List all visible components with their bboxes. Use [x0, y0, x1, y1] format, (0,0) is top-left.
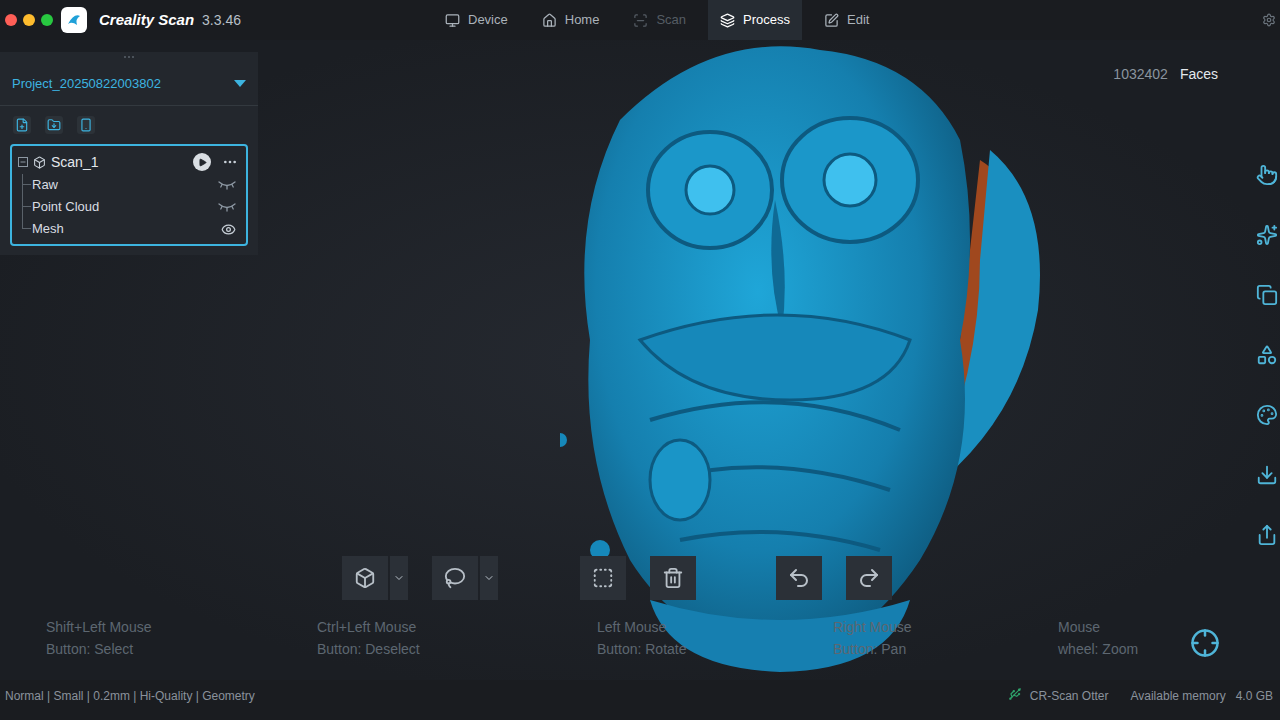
scan-card[interactable]: Scan_1RawPoint CloudMesh	[10, 144, 248, 246]
nav-tab-icon	[720, 13, 735, 28]
tree-item[interactable]: Raw	[12, 174, 246, 196]
play-icon	[198, 158, 207, 167]
lasso-button[interactable]	[432, 556, 498, 600]
trash-icon	[662, 567, 684, 589]
merge-icon[interactable]	[1256, 284, 1278, 306]
nav-tab-icon	[633, 13, 648, 28]
window-controls	[5, 14, 53, 26]
play-button[interactable]	[193, 153, 211, 171]
tree-line	[22, 218, 30, 229]
undo-icon	[787, 566, 811, 590]
cube-view-icon	[354, 567, 376, 589]
delete-button[interactable]	[650, 556, 696, 600]
hint: Right MouseButton: Pan	[833, 616, 1058, 660]
project-dropdown[interactable]: Project_20250822003802	[0, 62, 258, 106]
more-icon[interactable]	[222, 154, 238, 170]
app-logo-icon	[61, 7, 87, 33]
select-all-button[interactable]	[580, 556, 626, 600]
eye-icon[interactable]	[221, 222, 236, 237]
mesh-icon[interactable]	[1256, 344, 1278, 366]
collapse-icon[interactable]	[18, 157, 28, 167]
device-name: CR-Scan Otter	[1030, 687, 1109, 705]
project-actions	[0, 106, 258, 144]
maximize-button[interactable]	[41, 14, 53, 26]
chevron-down-icon	[483, 572, 495, 584]
nav-tab[interactable]: Scan	[621, 0, 698, 40]
scan-settings: Normal | Small | 0.2mm | Hi-Quality | Ge…	[5, 687, 255, 705]
nav-tab[interactable]: Home	[530, 0, 612, 40]
edit-toolbar	[342, 556, 892, 600]
dropdown-arrow-icon	[234, 80, 246, 88]
app-name: Creality Scan	[99, 9, 194, 32]
hint: Ctrl+Left MouseButton: Deselect	[317, 616, 597, 660]
redo-button[interactable]	[846, 556, 892, 600]
device-icon[interactable]	[77, 116, 95, 134]
texture-icon[interactable]	[1256, 404, 1278, 426]
right-toolbar	[1256, 164, 1278, 546]
redo-icon	[857, 566, 881, 590]
nav-tab[interactable]: Edit	[812, 0, 881, 40]
nav-tab-icon	[824, 13, 839, 28]
nav-tab[interactable]: Device	[433, 0, 520, 40]
eye-closed-icon[interactable]	[218, 179, 236, 191]
nav-tab-icon	[542, 13, 557, 28]
view-button[interactable]	[342, 556, 408, 600]
close-button[interactable]	[5, 14, 17, 26]
reset-view-icon[interactable]	[1190, 628, 1220, 658]
undo-button[interactable]	[776, 556, 822, 600]
tree-item[interactable]: Point Cloud	[12, 196, 246, 218]
eye-closed-icon[interactable]	[218, 201, 236, 213]
gear-icon[interactable]	[1262, 13, 1276, 27]
nav-tab-icon	[445, 13, 460, 28]
smooth-icon[interactable]	[1256, 224, 1278, 246]
memory-label: Available memory	[1130, 687, 1225, 705]
lasso-icon	[444, 567, 466, 589]
chevron-down-icon	[393, 572, 405, 584]
device-connected-icon	[1008, 687, 1022, 701]
app-window: Creality Scan 3.3.46 DeviceHomeScanProcess…	[0, 0, 1280, 720]
tree-line	[22, 174, 30, 196]
tree-line	[22, 196, 30, 218]
cube-icon	[33, 156, 46, 169]
nav-tab[interactable]: Process	[708, 0, 802, 40]
import-icon[interactable]	[45, 116, 63, 134]
share-icon[interactable]	[1256, 524, 1278, 546]
tree-item[interactable]: Mesh	[12, 218, 246, 240]
project-panel: Project_20250822003802 Scan_1RawPoint Clo…	[0, 52, 258, 255]
hint: Shift+Left MouseButton: Select	[46, 616, 317, 660]
new-scan-icon[interactable]	[13, 116, 31, 134]
viewport[interactable]: Project_20250822003802 Scan_1RawPoint Clo…	[0, 40, 1280, 680]
scan-header[interactable]: Scan_1	[12, 150, 246, 174]
memory-value: 4.0 GB	[1236, 687, 1273, 705]
select-all-icon	[592, 567, 614, 589]
app-version: 3.3.46	[202, 10, 241, 31]
hint: Left MouseButton: Rotate	[597, 616, 833, 660]
status-bar: Normal | Small | 0.2mm | Hi-Quality | Ge…	[0, 680, 1280, 720]
minimize-button[interactable]	[23, 14, 35, 26]
select-icon[interactable]	[1256, 164, 1278, 186]
mouse-hints: Shift+Left MouseButton: SelectCtrl+Left …	[46, 616, 1218, 660]
face-count: 1032402Faces	[1113, 64, 1218, 85]
export-icon[interactable]	[1256, 464, 1278, 486]
title-group: Creality Scan 3.3.46	[0, 7, 433, 33]
title-bar: Creality Scan 3.3.46 DeviceHomeScanProcess…	[0, 0, 1280, 40]
panel-handle-icon[interactable]	[0, 52, 258, 62]
nav-tabs: DeviceHomeScanProcessEdit	[433, 0, 881, 40]
